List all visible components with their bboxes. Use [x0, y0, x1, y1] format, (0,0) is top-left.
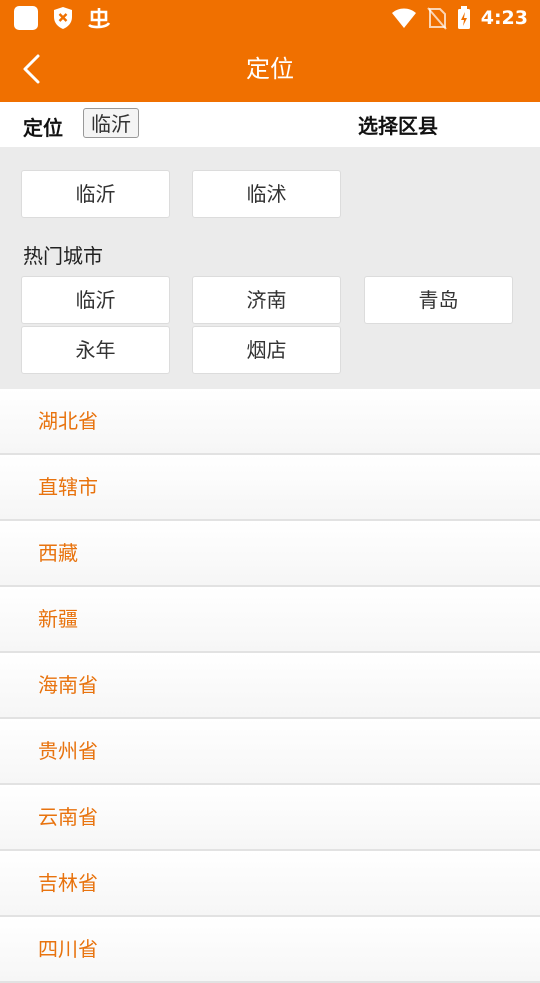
no-sim-icon: [426, 7, 447, 30]
app-header: 定位: [0, 36, 540, 102]
bug-icon: [88, 8, 111, 29]
current-city-badge[interactable]: 临沂: [83, 108, 139, 138]
hot-cities-label: 热门城市: [23, 244, 103, 268]
status-time: 4:23: [480, 7, 528, 29]
hot-city-chip[interactable]: 烟店: [192, 326, 341, 374]
hot-city-chip[interactable]: 青岛: [364, 276, 513, 324]
province-item[interactable]: 西藏: [0, 521, 540, 587]
province-list: 湖北省 直辖市 西藏 新疆 海南省 贵州省 云南省 吉林省 四川省: [0, 389, 540, 983]
province-item[interactable]: 湖北省: [0, 389, 540, 455]
province-item[interactable]: 海南省: [0, 653, 540, 719]
province-item[interactable]: 直辖市: [0, 455, 540, 521]
district-chip[interactable]: 临沂: [21, 170, 170, 218]
city-grid-area: 临沂 临沭 热门城市 临沂 济南 青岛 永年 烟店: [0, 147, 540, 389]
province-item[interactable]: 贵州省: [0, 719, 540, 785]
province-item[interactable]: 四川省: [0, 917, 540, 983]
province-item[interactable]: 吉林省: [0, 851, 540, 917]
hot-city-chip[interactable]: 临沂: [21, 276, 170, 324]
wifi-icon: [391, 8, 416, 28]
hot-city-chip[interactable]: 永年: [21, 326, 170, 374]
select-district-button[interactable]: 选择区县: [358, 110, 438, 139]
location-label: 定位: [23, 116, 63, 140]
status-bar: 4:23: [0, 0, 540, 36]
shield-x-icon: [54, 7, 72, 29]
location-bar: 定位 临沂 选择区县: [0, 102, 540, 147]
app-square-icon: [14, 6, 38, 30]
hot-city-chip[interactable]: 济南: [192, 276, 341, 324]
battery-charging-icon: [457, 6, 470, 29]
province-item[interactable]: 云南省: [0, 785, 540, 851]
district-chip[interactable]: 临沭: [192, 170, 341, 218]
province-item[interactable]: 新疆: [0, 587, 540, 653]
page-title: 定位: [246, 55, 294, 83]
